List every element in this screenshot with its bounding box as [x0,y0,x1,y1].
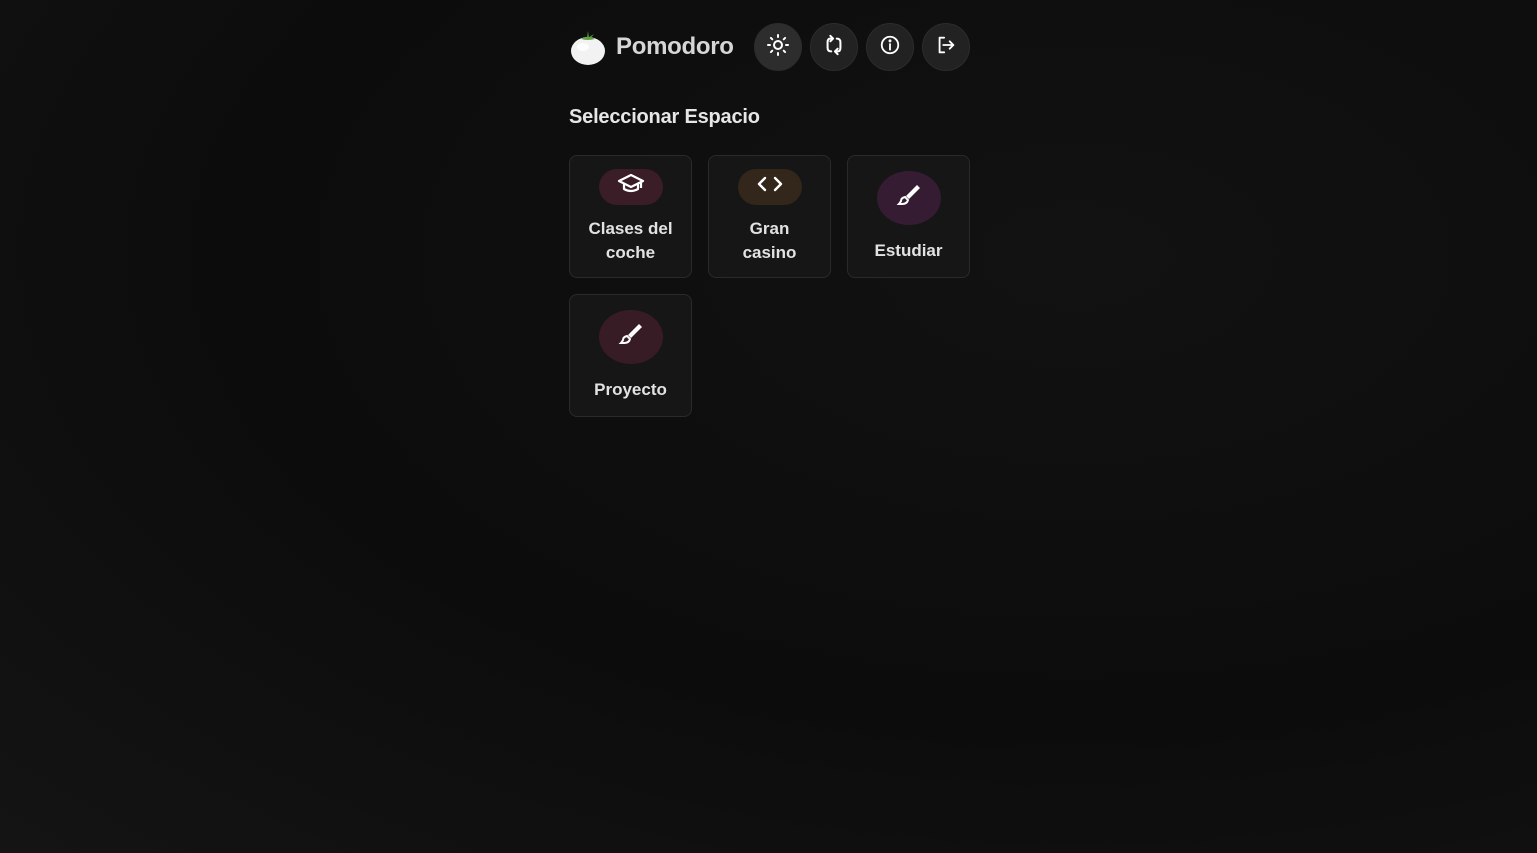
card-icon-badge [876,170,941,225]
card-icon-badge [598,309,663,364]
sun-icon [766,33,790,62]
space-card-estudiar[interactable]: Estudiar [847,155,970,278]
spaces-grid: Clases del coche Gran casino Estudiar Pr… [569,155,970,417]
logout-button[interactable] [921,23,970,71]
section-title: Seleccionar Espacio [569,106,760,128]
app-title: Pomodoro [616,33,734,60]
code-icon [756,174,784,199]
sync-button[interactable] [809,23,858,71]
brush-icon [618,321,644,352]
theme-toggle-button[interactable] [753,23,802,71]
graduation-cap-icon [617,172,645,201]
space-card-proyecto[interactable]: Proyecto [569,294,692,417]
brush-icon [896,182,922,213]
card-icon-badge [737,168,802,205]
space-label: Proyecto [594,379,667,399]
tomato-icon [569,28,607,66]
space-card-gran-casino[interactable]: Gran casino [708,155,831,278]
logout-icon [935,34,957,61]
brand[interactable]: Pomodoro [569,28,734,66]
space-label: Estudiar [874,240,943,260]
toolbar [753,23,970,71]
header: Pomodoro [569,22,970,72]
info-button[interactable] [865,23,914,71]
space-label: Gran casino [742,218,797,262]
card-icon-badge [598,168,663,205]
info-icon [879,34,901,61]
space-card-clases-del-coche[interactable]: Clases del coche [569,155,692,278]
app-container: Pomodoro Seleccionar Espacio Clases del … [569,22,970,417]
space-label: Clases del coche [588,218,673,262]
refresh-icon [823,34,845,61]
